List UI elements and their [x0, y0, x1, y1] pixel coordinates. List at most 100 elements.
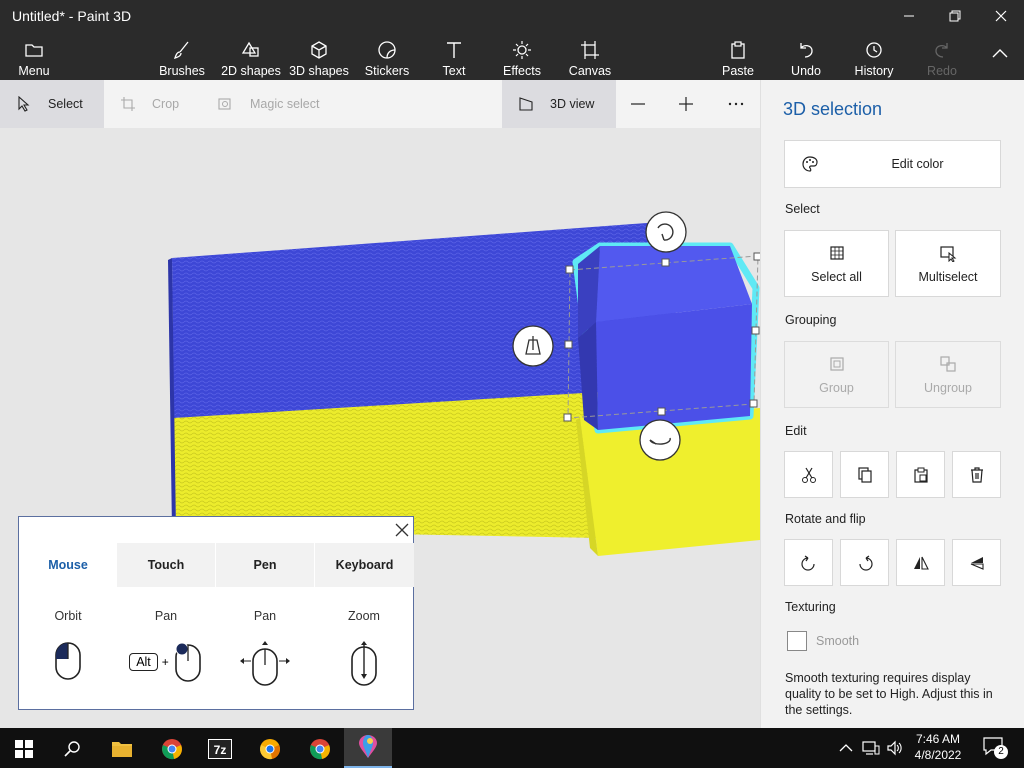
canvas-label: Canvas	[568, 64, 612, 78]
undo-button[interactable]: Undo	[786, 36, 826, 78]
tab-keyboard[interactable]: Keyboard	[315, 543, 414, 587]
help-close-button[interactable]	[393, 521, 411, 539]
multiselect-button[interactable]: Multiselect	[895, 230, 1001, 297]
3d-shapes-button[interactable]: 3D shapes	[288, 36, 350, 78]
zoom-label: Zoom	[348, 609, 380, 623]
close-button[interactable]	[978, 0, 1024, 32]
paint3d-icon	[359, 735, 377, 758]
tab-pen[interactable]: Pen	[216, 543, 314, 587]
clock[interactable]: 7:46 AM 4/8/2022	[910, 731, 966, 765]
text-label: Text	[442, 64, 466, 78]
chrome-taskbar-1[interactable]	[152, 732, 192, 766]
chrome-taskbar-2[interactable]	[300, 732, 340, 766]
menu-button[interactable]: Menu	[14, 36, 54, 78]
7zip-taskbar[interactable]: 7z	[200, 732, 240, 766]
select-all-icon	[829, 245, 844, 260]
texturing-section-label: Texturing	[785, 600, 836, 614]
stickers-label: Stickers	[364, 64, 410, 78]
group-button[interactable]: Group	[784, 341, 889, 408]
flip-vertical-button[interactable]	[952, 539, 1001, 586]
3d-view-icon	[519, 97, 533, 111]
rotate-right-icon	[858, 555, 873, 571]
folder-icon	[25, 44, 43, 57]
pan-label-pen: Pan	[253, 609, 277, 623]
chrome-canary-taskbar[interactable]	[250, 732, 290, 766]
rotate-z-gizmo[interactable]	[645, 211, 687, 253]
title-bar: Untitled* - Paint 3D	[0, 0, 1024, 32]
blue-cube-selected[interactable]	[563, 242, 760, 434]
ellipsis-icon	[728, 102, 744, 106]
brushes-label: Brushes	[159, 64, 205, 78]
history-icon	[866, 42, 882, 58]
group-label: Group	[819, 380, 854, 395]
history-button[interactable]: History	[852, 36, 896, 78]
magic-select-icon	[218, 98, 231, 110]
more-options-button[interactable]	[728, 80, 760, 128]
effects-label: Effects	[503, 64, 541, 78]
delete-button[interactable]	[952, 451, 1001, 498]
rotate-y-gizmo[interactable]	[639, 419, 681, 461]
network-icon	[862, 741, 880, 755]
zoom-in-button[interactable]	[678, 80, 710, 128]
minimize-button[interactable]	[886, 0, 932, 32]
brushes-button[interactable]: Brushes	[157, 36, 207, 78]
redo-label: Redo	[927, 64, 957, 78]
zoom-out-button[interactable]	[630, 80, 662, 128]
minus-icon	[631, 103, 645, 105]
notification-count-badge: 2	[994, 745, 1008, 759]
select-tool[interactable]: Select	[0, 80, 104, 128]
ungroup-button[interactable]: Ungroup	[895, 341, 1001, 408]
paste-button[interactable]: Paste	[718, 36, 758, 78]
sun-icon	[513, 41, 531, 59]
flip-horizontal-button[interactable]	[896, 539, 945, 586]
restore-button[interactable]	[932, 0, 978, 32]
edit-color-button[interactable]: Edit color	[784, 140, 1001, 188]
file-explorer-taskbar[interactable]	[102, 732, 142, 766]
search-icon	[64, 741, 80, 757]
notification-center-button[interactable]: 2	[982, 736, 1008, 760]
rotate-flip-section-label: Rotate and flip	[785, 512, 866, 526]
crop-tool[interactable]: Crop	[120, 80, 179, 128]
chrome-icon	[310, 739, 330, 760]
canvas-button[interactable]: Canvas	[568, 36, 612, 78]
select-all-button[interactable]: Select all	[784, 230, 889, 297]
push-pull-gizmo[interactable]	[512, 325, 554, 367]
plus-icon	[679, 97, 693, 111]
select-all-label: Select all	[811, 269, 862, 284]
smooth-checkbox[interactable]	[787, 631, 807, 651]
effects-button[interactable]: Effects	[500, 36, 544, 78]
show-hidden-icons-button[interactable]	[838, 740, 854, 756]
close-icon	[995, 10, 1007, 22]
grouping-section-label: Grouping	[785, 313, 837, 327]
clipboard-icon	[731, 41, 745, 59]
chevron-up-icon	[839, 744, 853, 752]
paste-panel-button[interactable]	[896, 451, 945, 498]
flip-horizontal-icon	[913, 556, 929, 570]
tab-mouse[interactable]: Mouse	[19, 543, 117, 587]
search-button[interactable]	[52, 732, 92, 766]
text-button[interactable]: Text	[434, 36, 474, 78]
panel-title: 3D selection	[783, 99, 883, 119]
select-section-label: Select	[785, 202, 820, 216]
collapse-ribbon-button[interactable]	[986, 42, 1014, 70]
start-button[interactable]	[4, 732, 44, 766]
cut-button[interactable]	[784, 451, 833, 498]
chrome-icon	[162, 739, 182, 760]
restore-icon	[949, 10, 961, 22]
smooth-note: Smooth texturing requires display qualit…	[785, 671, 993, 717]
stickers-button[interactable]: Stickers	[362, 36, 412, 78]
paint3d-taskbar[interactable]	[344, 728, 392, 768]
network-tray[interactable]	[862, 740, 880, 756]
ungroup-label: Ungroup	[924, 380, 972, 395]
redo-button[interactable]: Redo	[922, 36, 962, 78]
pan-label-touch: Pan	[154, 609, 178, 623]
2d-shapes-button[interactable]: 2D shapes	[220, 36, 282, 78]
rotate-right-button[interactable]	[840, 539, 889, 586]
copy-button[interactable]	[840, 451, 889, 498]
text-icon	[447, 42, 461, 58]
rotate-left-button[interactable]	[784, 539, 833, 586]
tab-touch[interactable]: Touch	[117, 543, 215, 587]
magic-select-tool[interactable]: Magic select	[218, 80, 319, 128]
3d-view-toggle[interactable]: 3D view	[502, 80, 616, 128]
volume-tray[interactable]	[886, 740, 904, 756]
